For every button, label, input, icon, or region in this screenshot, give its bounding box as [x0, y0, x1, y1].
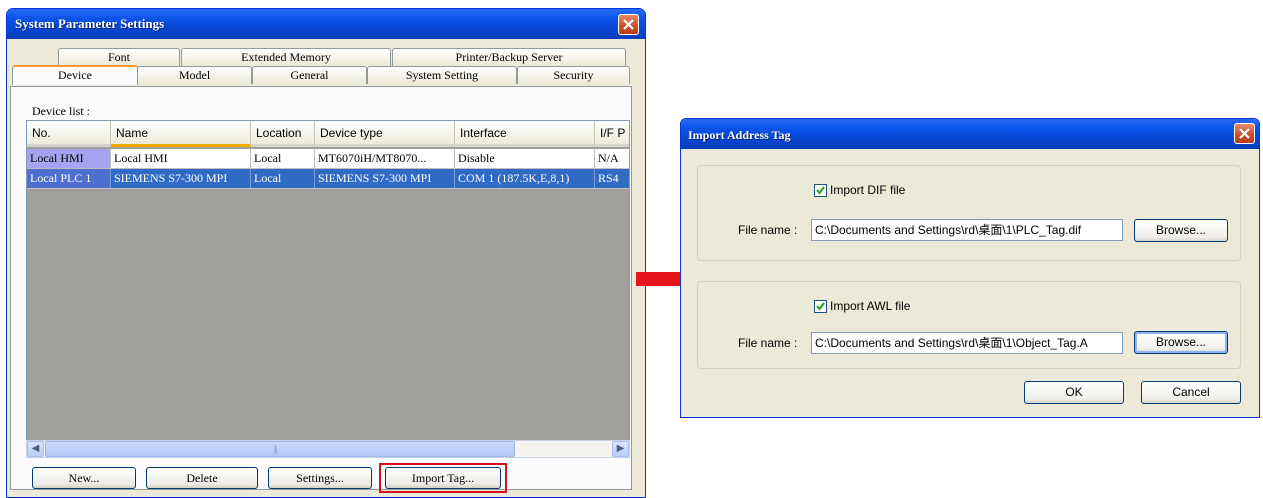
import-address-tag-dialog: Import Address Tag Import DIF file File … — [680, 118, 1260, 418]
cell-location: Local — [251, 149, 315, 169]
import-awl-label: Import AWL file — [830, 299, 911, 313]
chevron-left-icon: ◀ — [31, 443, 40, 454]
dialog-title: Import Address Tag — [688, 128, 791, 142]
cell-interface: COM 1 (187.5K,E,8,1) — [455, 169, 595, 189]
device-list-header: No. Name Location Device type Interface … — [27, 121, 629, 147]
awl-group: Import AWL file File name : C:\Documents… — [697, 281, 1241, 369]
import-tag-highlight — [379, 463, 507, 493]
column-location[interactable]: Location — [251, 121, 315, 147]
ok-button[interactable]: OK — [1024, 381, 1124, 404]
cancel-button[interactable]: Cancel — [1141, 381, 1241, 404]
horizontal-scrollbar[interactable]: ◀ ||| ▶ — [26, 440, 630, 458]
import-dif-label: Import DIF file — [830, 183, 906, 197]
cell-name: Local HMI — [111, 149, 251, 169]
column-device-type[interactable]: Device type — [315, 121, 455, 147]
checkmark-icon — [816, 186, 825, 195]
checkmark-icon — [816, 302, 825, 311]
tab-font[interactable]: Font — [58, 48, 180, 66]
window-title: System Parameter Settings — [15, 16, 165, 31]
import-dif-checkbox[interactable] — [814, 184, 827, 197]
awl-file-name-input[interactable]: C:\Documents and Settings\rd\桌面\1\Object… — [811, 332, 1123, 354]
column-if-port[interactable]: I/F P — [595, 121, 629, 147]
close-button[interactable] — [618, 14, 639, 35]
scroll-left-button[interactable]: ◀ — [27, 441, 44, 457]
device-list[interactable]: No. Name Location Device type Interface … — [26, 120, 630, 458]
delete-button[interactable]: Delete — [146, 467, 258, 489]
cell-no: Local PLC 1 — [27, 169, 111, 189]
chevron-right-icon: ▶ — [616, 443, 625, 454]
cell-no: Local HMI — [27, 149, 111, 169]
settings-button[interactable]: Settings... — [268, 467, 372, 489]
column-no[interactable]: No. — [27, 121, 111, 147]
column-interface[interactable]: Interface — [455, 121, 595, 147]
title-bar[interactable]: System Parameter Settings — [7, 9, 645, 39]
cell-location: Local — [251, 169, 315, 189]
table-row[interactable]: Local HMI Local HMI Local MT6070iH/MT807… — [27, 149, 629, 169]
dif-browse-button[interactable]: Browse... — [1134, 219, 1228, 242]
table-row[interactable]: Local PLC 1 SIEMENS S7-300 MPI Local SIE… — [27, 169, 629, 189]
cell-device-type: MT6070iH/MT8070... — [315, 149, 455, 169]
cell-if-port: RS4 — [595, 169, 629, 189]
tab-security[interactable]: Security — [517, 66, 630, 84]
import-awl-checkbox[interactable] — [814, 300, 827, 313]
dif-file-name-input[interactable]: C:\Documents and Settings\rd\桌面\1\PLC_Ta… — [811, 219, 1123, 241]
dif-group: Import DIF file File name : C:\Documents… — [697, 165, 1241, 261]
tab-extended-memory[interactable]: Extended Memory — [181, 48, 391, 66]
tab-device[interactable]: Device — [12, 65, 138, 85]
column-name[interactable]: Name — [111, 121, 251, 147]
awl-browse-button[interactable]: Browse... — [1134, 331, 1228, 354]
awl-file-name-label: File name : — [738, 336, 798, 350]
cell-device-type: SIEMENS S7-300 MPI — [315, 169, 455, 189]
close-button[interactable] — [1234, 123, 1255, 144]
tab-model[interactable]: Model — [137, 66, 252, 84]
title-bar[interactable]: Import Address Tag — [681, 119, 1259, 149]
scroll-thumb[interactable]: ||| — [45, 441, 515, 457]
tab-general[interactable]: General — [252, 66, 367, 84]
dif-file-name-label: File name : — [738, 223, 798, 237]
new-button[interactable]: New... — [32, 467, 136, 489]
cell-name: SIEMENS S7-300 MPI — [111, 169, 251, 189]
cell-interface: Disable — [455, 149, 595, 169]
close-icon — [1239, 128, 1250, 139]
device-list-label: Device list : — [32, 104, 90, 118]
tab-printer-backup-server[interactable]: Printer/Backup Server — [392, 48, 626, 66]
cell-if-port: N/A — [595, 149, 629, 169]
scroll-right-button[interactable]: ▶ — [612, 441, 629, 457]
tab-system-setting[interactable]: System Setting — [367, 66, 517, 84]
close-icon — [623, 19, 634, 30]
grip-icon: ||| — [274, 444, 278, 454]
